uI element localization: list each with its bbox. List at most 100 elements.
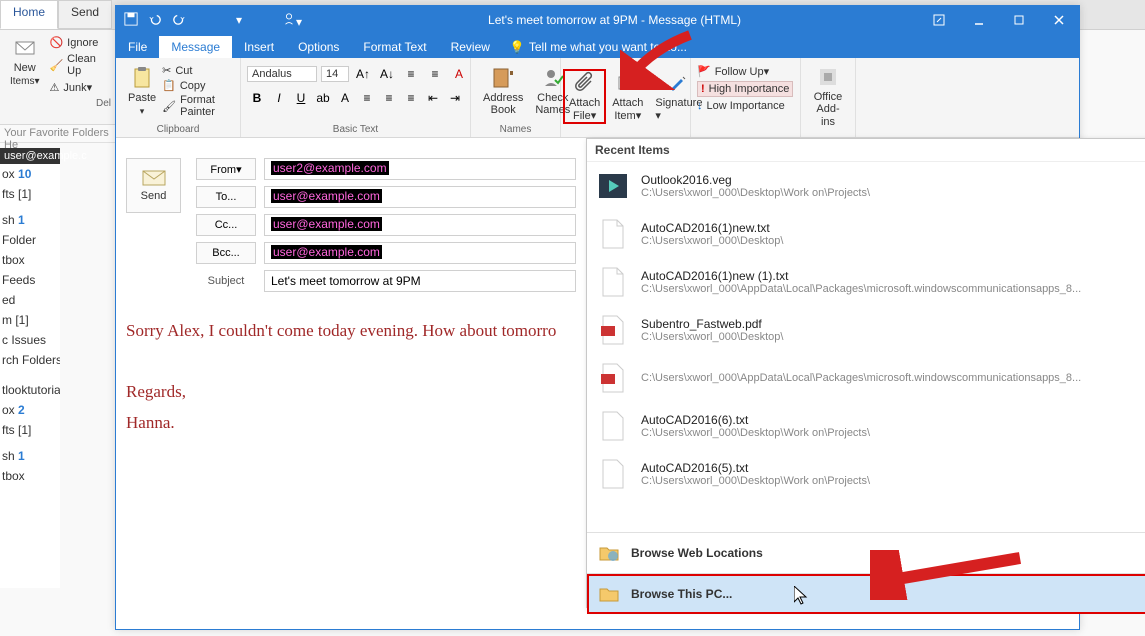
from-field[interactable]: user2@example.com [264,158,576,180]
folder-item[interactable]: sh 1 [0,446,60,466]
align-left-button[interactable]: ≡ [357,88,377,108]
font-color-button[interactable]: A [449,64,469,84]
folder-item[interactable]: tbox [0,466,60,486]
paste-button[interactable]: Paste ▾ [122,64,162,119]
recent-item[interactable]: AutoCAD2016(1)new (1).txtC:\Users\xworl_… [587,258,1145,306]
send-button[interactable]: Send [126,158,181,213]
folder-pane: user@example.c ox 10 fts [1] sh 1 Folder… [0,148,60,588]
align-center-button[interactable]: ≡ [379,88,399,108]
subject-field[interactable] [264,270,576,292]
folder-item[interactable]: ox 2 [0,400,60,420]
text-file-icon [597,458,629,490]
file-tab[interactable]: File [116,36,159,58]
font-name-select[interactable]: Andalus [247,66,317,82]
from-button[interactable]: From▾ [196,158,256,180]
account-1[interactable]: user@example.c [0,148,60,164]
undo-icon[interactable] [148,12,162,29]
shrink-font-button[interactable]: A↓ [377,64,397,84]
format-painter-button[interactable]: 🖌 Format Painter [162,93,234,119]
address-book-button[interactable]: Address Book [477,64,529,118]
compose-area: Send From▾ user2@example.com To... user@… [116,138,586,308]
lightbulb-icon: 💡 [510,40,525,54]
paperclip-icon [573,71,597,95]
folder-item[interactable]: fts [1] [0,184,60,204]
window-title: Let's meet tomorrow at 9PM - Message (HT… [310,13,919,27]
annotation-arrow-2 [870,550,1030,600]
indent-more-button[interactable]: ⇥ [445,88,465,108]
cut-button[interactable]: ✂ Cut [162,63,234,78]
italic-button[interactable]: I [269,88,289,108]
recent-item[interactable]: C:\Users\xworl_000\AppData\Local\Package… [587,354,1145,402]
ribbon-tabs: File Message Insert Options Format Text … [116,34,1079,58]
cc-field[interactable]: user@example.com [264,214,576,236]
folder-item[interactable]: fts [1] [0,420,60,440]
browse-web-button[interactable]: Browse Web Locations ▸ [587,533,1145,573]
highlight-button[interactable]: ab [313,88,333,108]
format-text-tab[interactable]: Format Text [351,36,438,58]
ignore-button[interactable]: 🚫Ignore [45,34,111,51]
annotation-arrow-1 [620,30,700,90]
high-importance-button[interactable]: ! High Importance [697,81,793,97]
bcc-field[interactable]: user@example.com [264,242,576,264]
pdf-file-icon [597,314,629,346]
bold-button[interactable]: B [247,88,267,108]
touch-mode-icon[interactable]: ▾ [282,12,302,29]
recent-item[interactable]: AutoCAD2016(5).txtC:\Users\xworl_000\Des… [587,450,1145,498]
browse-pc-button[interactable]: Browse This PC... [587,574,1145,614]
web-folder-icon [599,543,619,563]
copy-button[interactable]: 📋 Copy [162,78,234,93]
folder-item[interactable]: Folder [0,230,60,250]
folder-item[interactable]: sh 1 [0,210,60,230]
folder-item[interactable]: Feeds [0,270,60,290]
junk-button[interactable]: ⚠Junk▾ [45,79,111,96]
folder-item[interactable]: ox 10 [0,164,60,184]
account-2[interactable]: tlooktutorial2@aol [0,380,60,400]
grow-font-button[interactable]: A↑ [353,64,373,84]
cleanup-button[interactable]: 🧹Clean Up [45,51,111,79]
align-right-button[interactable]: ≡ [401,88,421,108]
font-color2-button[interactable]: A [335,88,355,108]
cc-button[interactable]: Cc... [196,214,256,236]
to-field[interactable]: user@example.com [264,186,576,208]
follow-up-button[interactable]: 🚩 Follow Up▾ [697,64,769,79]
minimize-button[interactable] [959,6,999,34]
indent-less-button[interactable]: ⇤ [423,88,443,108]
bullets-button[interactable]: ≡ [401,64,421,84]
recent-item[interactable]: Outlook2016.vegC:\Users\xworl_000\Deskto… [587,162,1145,210]
recent-item[interactable]: AutoCAD2016(1)new.txtC:\Users\xworl_000\… [587,210,1145,258]
message-body[interactable]: Sorry Alex, I couldn't come today evenin… [126,316,586,438]
maximize-button[interactable] [999,6,1039,34]
folder-icon [599,584,619,604]
message-window: ▾ ▾ Let's meet tomorrow at 9PM - Message… [115,5,1080,630]
send-tab[interactable]: Send [58,0,112,29]
low-importance-button[interactable]: ↓ Low Importance [697,99,785,113]
numbering-button[interactable]: ≡ [425,64,445,84]
folder-item[interactable]: m [1] [0,310,60,330]
ribbon-options-icon[interactable] [919,6,959,34]
recent-item[interactable]: Subentro_Fastweb.pdfC:\Users\xworl_000\D… [587,306,1145,354]
attach-file-button[interactable]: Attach File▾ [563,69,606,123]
options-tab[interactable]: Options [286,36,351,58]
home-tab[interactable]: Home [0,0,58,29]
folder-item[interactable]: tbox [0,250,60,270]
to-button[interactable]: To... [196,186,256,208]
folder-item[interactable]: ed [0,290,60,310]
folder-item[interactable]: rch Folders [0,350,60,370]
text-file-icon [597,218,629,250]
insert-tab[interactable]: Insert [232,36,286,58]
qat-dropdown-icon[interactable]: ▾ [236,13,242,27]
attach-file-dropdown: ▴ Recent Items Updating... Outlook2016.v… [586,138,1145,608]
redo-icon[interactable] [172,12,186,29]
review-tab[interactable]: Review [439,36,502,58]
text-file-icon [597,410,629,442]
close-button[interactable] [1039,6,1079,34]
new-items-button[interactable]: New Items▾ [4,34,45,96]
font-size-select[interactable]: 14 [321,66,349,82]
folder-item[interactable]: c Issues [0,330,60,350]
office-addins-button[interactable]: Office Add-ins [807,63,849,129]
message-tab[interactable]: Message [159,36,232,58]
bcc-button[interactable]: Bcc... [196,242,256,264]
save-icon[interactable] [124,12,138,29]
underline-button[interactable]: U [291,88,311,108]
recent-item[interactable]: AutoCAD2016(6).txtC:\Users\xworl_000\Des… [587,402,1145,450]
